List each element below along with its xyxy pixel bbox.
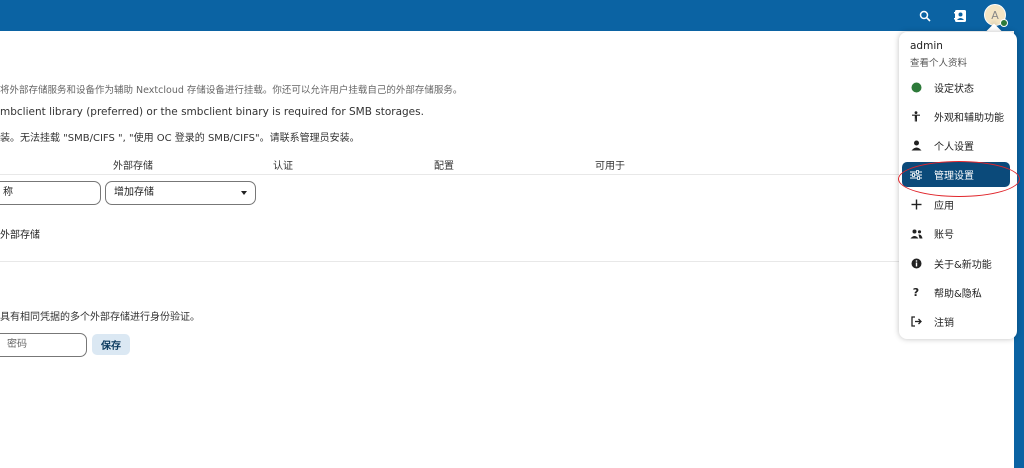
- add-storage-select[interactable]: 增加存储: [105, 181, 256, 205]
- logout-icon: [905, 316, 927, 327]
- add-storage-select-label: 增加存储: [114, 187, 154, 198]
- menu-item-label: 设定状态: [934, 84, 974, 95]
- smb-notice: mbclient library (preferred) or the smbc…: [0, 106, 424, 118]
- menu-item-apps[interactable]: 应用: [902, 192, 1010, 217]
- menu-item-label: 个人设置: [934, 142, 974, 153]
- column-header-available-for: 可用于: [595, 161, 625, 172]
- info-icon: [905, 258, 927, 269]
- save-button[interactable]: 保存: [92, 334, 130, 355]
- menu-item-set-status[interactable]: 设定状态: [902, 75, 1010, 100]
- menu-item-label: 应用: [934, 201, 954, 212]
- table-header-divider: [0, 174, 899, 175]
- column-header-authentication: 认证: [273, 161, 293, 172]
- allow-user-mount-label[interactable]: 外部存储: [0, 226, 40, 241]
- status-dot-icon: [905, 82, 927, 93]
- help-icon: ?: [912, 286, 920, 299]
- contacts-icon[interactable]: [951, 7, 969, 25]
- menu-item-label: 注销: [934, 318, 954, 329]
- folder-name-input[interactable]: 称: [0, 181, 101, 205]
- folder-name-value: 称: [3, 187, 13, 198]
- avatar-letter: A: [991, 8, 999, 22]
- view-profile-link[interactable]: 查看个人资料: [910, 55, 967, 69]
- online-status-dot: [1000, 19, 1008, 27]
- menu-item-appearance[interactable]: 外观和辅助功能: [902, 104, 1010, 129]
- menu-item-label: 帮助&隐私: [934, 289, 982, 300]
- column-header-external-storage: 外部存储: [113, 161, 153, 172]
- save-button-label: 保存: [101, 341, 121, 352]
- intro-text: 将外部存储服务和设备作为辅助 Nextcloud 存储设备进行挂载。你还可以允许…: [0, 85, 463, 96]
- menu-item-label: 关于&新功能: [934, 260, 992, 271]
- accounts-icon: [905, 229, 927, 239]
- search-icon[interactable]: [916, 7, 934, 25]
- person-icon: [905, 140, 927, 151]
- plus-icon: [905, 199, 927, 210]
- global-credentials-text: 具有相同凭据的多个外部存储进行身份验证。: [0, 312, 200, 323]
- menu-item-accounts[interactable]: 账号: [902, 221, 1010, 246]
- menu-item-label: 账号: [934, 230, 954, 241]
- menu-item-logout[interactable]: 注销: [902, 309, 1010, 334]
- top-header-bar: [0, 0, 1024, 31]
- password-input[interactable]: 密码: [0, 333, 87, 357]
- menu-item-personal-settings[interactable]: 个人设置: [902, 133, 1010, 158]
- chevron-down-icon: [241, 191, 247, 195]
- password-placeholder: 密码: [7, 339, 27, 350]
- menu-username[interactable]: admin: [910, 40, 943, 52]
- section-divider: [0, 261, 899, 262]
- accessibility-icon: [905, 111, 927, 122]
- menu-item-label: 外观和辅助功能: [934, 113, 1004, 124]
- external-storage-settings: [0, 31, 1014, 468]
- column-header-configuration: 配置: [434, 161, 454, 172]
- menu-item-help[interactable]: ? 帮助&隐私: [902, 280, 1010, 305]
- menu-item-about[interactable]: 关于&新功能: [902, 251, 1010, 276]
- smb-warning: 装。无法挂载 "SMB/CIFS ", "使用 OC 登录的 SMB/CIFS"…: [0, 133, 360, 144]
